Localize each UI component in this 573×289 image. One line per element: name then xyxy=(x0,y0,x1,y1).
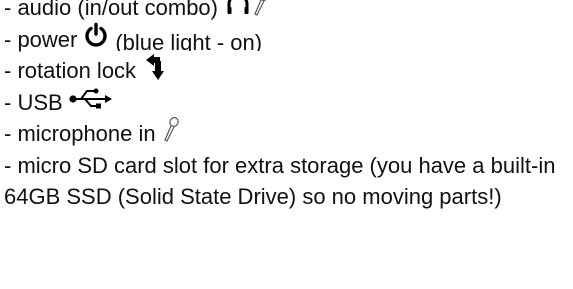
list-item-text: - microphone in xyxy=(4,121,156,146)
list-item-text-suffix: (blue light - on) xyxy=(115,30,263,52)
microphone-icon xyxy=(162,116,180,152)
list-item-text: - micro SD card slot for extra storage (… xyxy=(4,152,556,210)
list-item-text: - rotation lock xyxy=(4,58,137,83)
list-item-audio: - audio (in/out combo) xyxy=(4,0,569,24)
headphones-icon xyxy=(226,0,250,24)
list-item-text: - power xyxy=(4,26,78,52)
list-item-power: - power (blue light - on) xyxy=(4,22,569,57)
list-item-micro-sd: - micro SD card slot for extra storage (… xyxy=(4,150,569,213)
rotation-lock-icon xyxy=(142,52,170,91)
list-item-usb: - USB xyxy=(4,87,569,119)
list-item-microphone: - microphone in xyxy=(4,116,569,152)
document-body: - audio (in/out combo) - power (blue lig… xyxy=(4,0,569,213)
microphone-icon xyxy=(252,0,270,25)
list-item-text: - USB xyxy=(4,89,63,115)
usb-icon xyxy=(69,87,113,119)
list-item-text: - audio (in/out combo) xyxy=(4,0,218,20)
power-icon xyxy=(83,22,109,57)
list-item-rotation-lock: - rotation lock xyxy=(4,53,569,87)
